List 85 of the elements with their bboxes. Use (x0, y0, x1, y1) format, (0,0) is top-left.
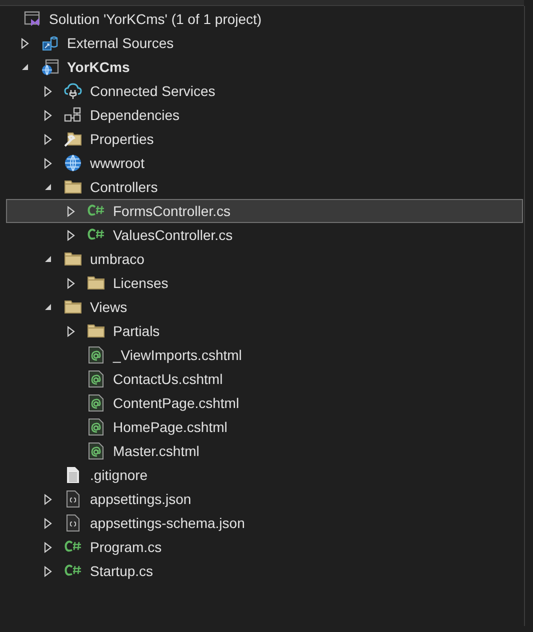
item-label: FormsController.cs (113, 203, 230, 219)
collapsed-arrow-icon[interactable] (67, 206, 75, 216)
item-label: Dependencies (90, 107, 180, 123)
item-label: Controllers (90, 179, 158, 195)
item-label: Licenses (113, 275, 168, 291)
item-label: Master.cshtml (113, 443, 200, 459)
tree-item[interactable]: ContactUs.cshtml (6, 367, 523, 391)
expanded-arrow-icon[interactable] (44, 255, 52, 263)
at-sign-file-icon (87, 442, 105, 460)
collapsed-arrow-icon[interactable] (44, 134, 52, 144)
tree-item[interactable]: umbraco (6, 247, 523, 271)
at-sign-file-icon (87, 346, 105, 364)
folder-icon (87, 274, 105, 292)
solution-icon (23, 10, 41, 28)
item-label: umbraco (90, 251, 144, 267)
item-label: _ViewImports.cshtml (113, 347, 242, 363)
item-label: wwwroot (90, 155, 144, 171)
item-label: Partials (113, 323, 160, 339)
tree-item[interactable]: Properties (6, 127, 523, 151)
collapsed-arrow-icon[interactable] (67, 278, 75, 288)
collapsed-arrow-icon[interactable] (44, 86, 52, 96)
tree-item[interactable]: Partials (6, 319, 523, 343)
tree-item[interactable]: HomePage.cshtml (6, 415, 523, 439)
item-label: appsettings-schema.json (90, 515, 245, 531)
item-label: Views (90, 299, 128, 315)
database-icon (41, 34, 59, 52)
cloud-plug-icon (64, 82, 82, 100)
tree-item[interactable]: appsettings-schema.json (6, 511, 523, 535)
at-sign-file-icon (87, 418, 105, 436)
tree-item[interactable]: appsettings.json (6, 487, 523, 511)
item-label: Properties (90, 131, 154, 147)
tree-item[interactable]: Licenses (6, 271, 523, 295)
tree-item[interactable]: ContentPage.cshtml (6, 391, 523, 415)
tree-item[interactable]: Startup.cs (6, 559, 523, 583)
item-label: .gitignore (90, 467, 148, 483)
tree-item[interactable]: .gitignore (6, 463, 523, 487)
tree-item[interactable]: Solution 'YorKCms' (1 of 1 project) (6, 7, 523, 31)
tree-item[interactable]: Controllers (6, 175, 523, 199)
braces-file-icon (64, 490, 82, 508)
tree-item[interactable]: Program.cs (6, 535, 523, 559)
tree-item[interactable]: ValuesController.cs (6, 223, 523, 247)
tree-item[interactable]: Connected Services (6, 79, 523, 103)
item-label: Program.cs (90, 539, 162, 555)
tree-item[interactable]: Views (6, 295, 523, 319)
tree-item[interactable]: Master.cshtml (6, 439, 523, 463)
folder-icon (64, 298, 82, 316)
collapsed-arrow-icon[interactable] (67, 230, 75, 240)
folder-icon (64, 250, 82, 268)
at-sign-file-icon (87, 370, 105, 388)
item-label: ContactUs.cshtml (113, 371, 223, 387)
globe-window-icon (41, 58, 59, 76)
item-label: YorKCms (67, 59, 130, 75)
collapsed-arrow-icon[interactable] (44, 566, 52, 576)
expanded-arrow-icon[interactable] (21, 63, 29, 71)
item-label: Startup.cs (90, 563, 154, 579)
blocks-icon (64, 106, 82, 124)
tree-item[interactable]: YorKCms (6, 55, 523, 79)
tree-item[interactable]: _ViewImports.cshtml (6, 343, 523, 367)
item-label: HomePage.cshtml (113, 419, 228, 435)
tree-item[interactable]: wwwroot (6, 151, 523, 175)
item-label: ValuesController.cs (113, 227, 233, 243)
item-label: External Sources (67, 35, 174, 51)
folder-icon (64, 178, 82, 196)
text-file-icon (64, 466, 82, 484)
item-label: Connected Services (90, 83, 216, 99)
expanded-arrow-icon[interactable] (44, 303, 52, 311)
globe-icon (64, 154, 82, 172)
folder-wrench-icon (64, 130, 82, 148)
item-label: appsettings.json (90, 491, 192, 507)
collapsed-arrow-icon[interactable] (67, 326, 75, 336)
tree-item[interactable]: FormsController.cs (6, 199, 523, 223)
item-label: Solution 'YorKCms' (1 of 1 project) (49, 11, 262, 27)
collapsed-arrow-icon[interactable] (44, 542, 52, 552)
item-label: ContentPage.cshtml (113, 395, 240, 411)
braces-file-icon (64, 514, 82, 532)
tree-item[interactable]: Dependencies (6, 103, 523, 127)
collapsed-arrow-icon[interactable] (21, 38, 29, 48)
collapsed-arrow-icon[interactable] (44, 494, 52, 504)
expanded-arrow-icon[interactable] (44, 183, 52, 191)
collapsed-arrow-icon[interactable] (44, 110, 52, 120)
folder-icon (87, 322, 105, 340)
collapsed-arrow-icon[interactable] (44, 518, 52, 528)
collapsed-arrow-icon[interactable] (44, 158, 52, 168)
tree-item[interactable]: External Sources (6, 31, 523, 55)
at-sign-file-icon (87, 394, 105, 412)
